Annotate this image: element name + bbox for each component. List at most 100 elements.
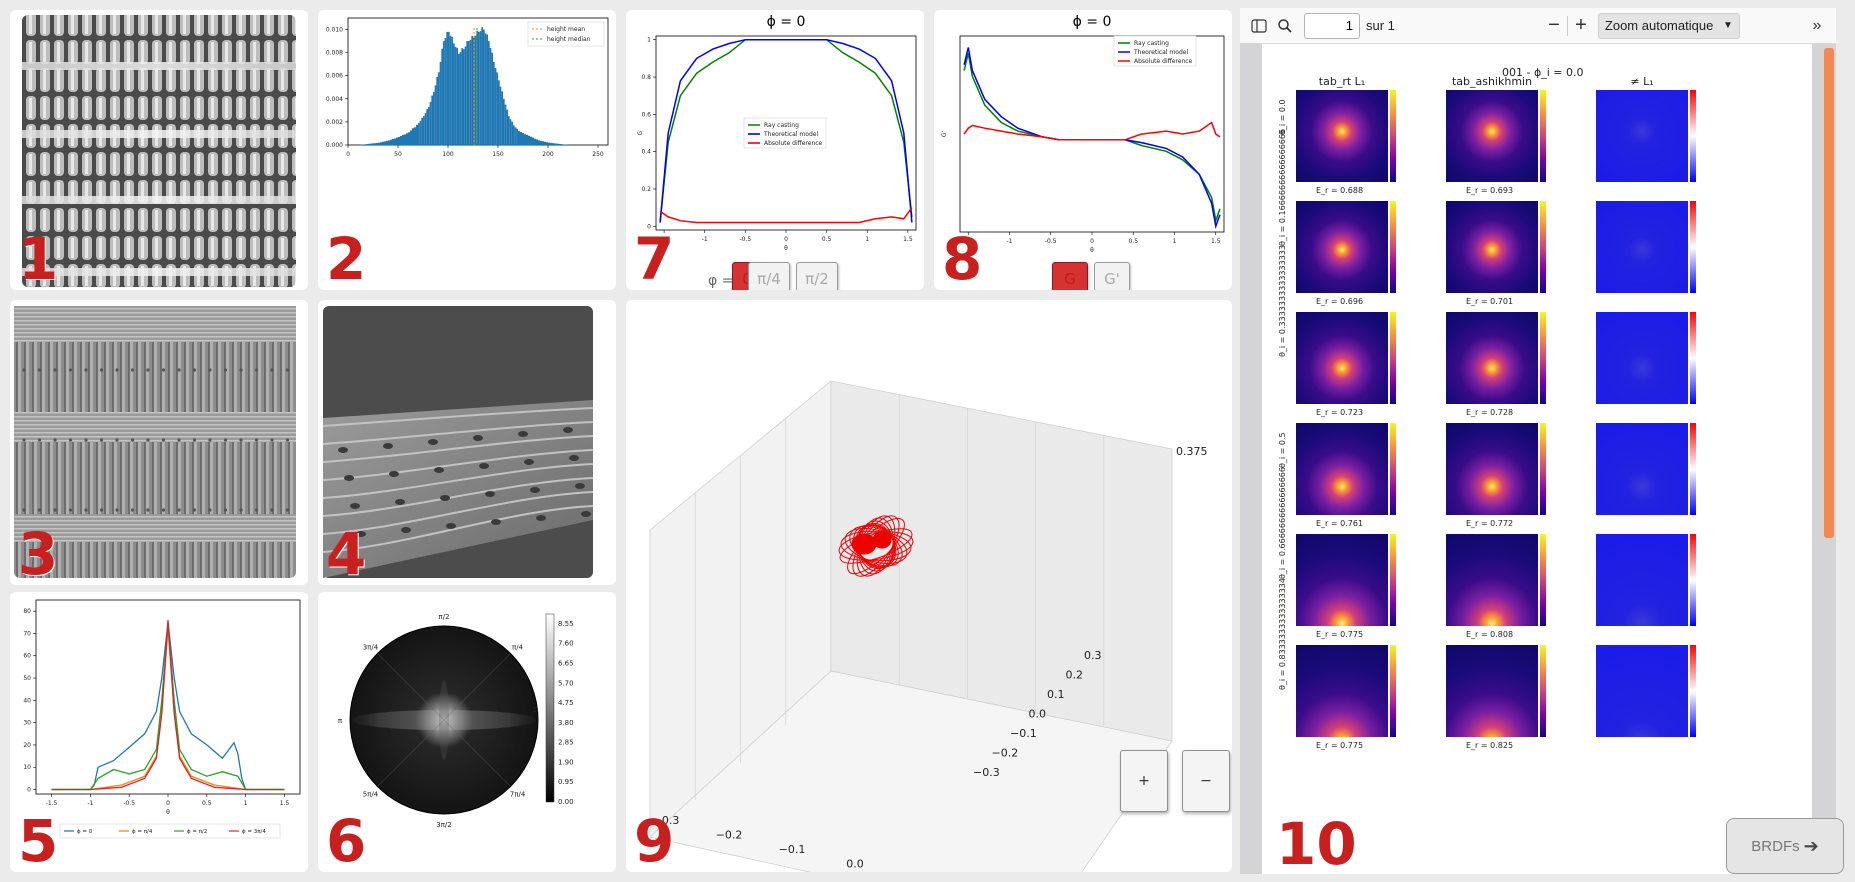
brdf-heatmap-image xyxy=(1296,645,1388,737)
x-axis-label: θ xyxy=(1090,247,1094,254)
more-tools-icon[interactable]: » xyxy=(1804,13,1830,39)
polar-angle-label: π xyxy=(338,717,343,725)
histogram-bar xyxy=(552,143,554,145)
x-tick-label: 1 xyxy=(1173,238,1177,245)
panel-number: 8 xyxy=(942,225,983,290)
zoom-in-icon[interactable]: + xyxy=(1568,13,1594,39)
y-tick-label: 0.000 xyxy=(326,142,343,149)
histogram-bar xyxy=(439,61,442,145)
x-tick-label: 1 xyxy=(865,236,869,243)
histogram-bar xyxy=(513,125,515,145)
histogram-bar xyxy=(434,85,437,145)
histogram-bar xyxy=(501,91,503,145)
y-tick-label: 80 xyxy=(23,608,31,615)
panel-number: 5 xyxy=(18,807,59,872)
reflectance-value: E_r = 0.693 xyxy=(1466,186,1514,195)
chart-legend: height mean height median xyxy=(527,21,605,47)
histogram-bar xyxy=(368,143,370,145)
brdf-heatmap-image xyxy=(1296,534,1388,626)
legend-label: Ray casting xyxy=(764,122,799,129)
histogram-bar xyxy=(414,127,416,145)
heatmap-colorbar xyxy=(1540,423,1546,515)
heatmap-colorbar xyxy=(1390,312,1396,404)
histogram-bar xyxy=(366,144,368,145)
histogram-bar xyxy=(534,138,536,145)
histogram-bar xyxy=(428,106,430,145)
phi-button[interactable]: π/4 xyxy=(748,262,790,290)
histogram-bar xyxy=(458,53,460,145)
arrow-right-icon: ➔ xyxy=(1803,835,1819,856)
polar-angle-label: 5π/4 xyxy=(363,791,379,799)
y-tick-label: 10 xyxy=(23,764,31,771)
legend-label: ϕ = π/4 xyxy=(132,829,153,835)
reflectance-value: E_r = 0.696 xyxy=(1316,297,1364,306)
y-tick-label: 0.2 xyxy=(641,186,651,193)
x-tick-label: -1.5 xyxy=(46,800,58,807)
y-tick-label: 50 xyxy=(23,675,31,682)
x-tick-label: 1 xyxy=(244,800,248,807)
x-tick-label: 200 xyxy=(542,151,554,158)
pdf-column-header: ≠ L₁ xyxy=(1630,75,1654,88)
histogram-bar xyxy=(536,139,538,145)
histogram-bar xyxy=(481,27,483,145)
histogram-bar xyxy=(421,117,423,145)
panel-heightmap: 3 xyxy=(10,300,308,585)
brdf-lobe-core xyxy=(851,533,877,555)
zoom-in-button[interactable]: + xyxy=(1120,750,1168,812)
histogram-bar xyxy=(493,61,495,145)
histogram-bar xyxy=(376,142,378,145)
pdf-column-header: tab_rt L₁ xyxy=(1318,75,1366,88)
x-tick-label: -1 xyxy=(87,800,93,807)
reflectance-value: E_r = 0.775 xyxy=(1316,741,1364,750)
histogram-bar xyxy=(426,108,428,145)
colorbar-tick-label: 2.85 xyxy=(558,739,574,747)
y-tick-label: 0.6 xyxy=(641,111,651,118)
pdf-row-label: θ_i = 0.5 xyxy=(1278,432,1287,468)
colorbar-label: D xyxy=(533,706,538,714)
colorbar-tick-label: 0.00 xyxy=(558,798,574,806)
histogram-bar xyxy=(471,35,473,145)
histogram-bar xyxy=(524,134,526,145)
brdf-heatmap-image xyxy=(1446,312,1538,404)
histogram-bar xyxy=(382,141,384,145)
histogram-bar xyxy=(436,76,438,145)
colorbar-tick-label: 4.75 xyxy=(558,699,574,707)
legend-label: ϕ = 3π/4 xyxy=(242,829,266,835)
zoom-out-icon[interactable]: − xyxy=(1541,13,1567,39)
colorbar-tick-label: 1.90 xyxy=(558,758,574,766)
pdf-scrollbar[interactable] xyxy=(1824,48,1834,538)
zoom-out-button[interactable]: − xyxy=(1182,750,1230,812)
difference-colorbar xyxy=(1690,534,1696,626)
histogram-bar xyxy=(404,134,406,145)
g-mode-button[interactable]: G' xyxy=(1094,262,1130,290)
heatmap-colorbar xyxy=(1540,645,1546,737)
brdf-heatmap-image xyxy=(1296,90,1388,182)
sidebar-toggle-icon[interactable] xyxy=(1246,13,1272,39)
series-line xyxy=(963,121,1221,141)
histogram-bar xyxy=(528,135,530,145)
search-icon[interactable] xyxy=(1272,13,1298,39)
brdfs-next-button[interactable]: BRDFs ➔ xyxy=(1726,818,1844,874)
histogram-bar xyxy=(479,31,482,146)
colorbar-tick-label: 8.55 xyxy=(558,620,574,628)
brdfs-button-label: BRDFs xyxy=(1751,837,1800,855)
histogram-bar xyxy=(526,134,528,145)
histogram-bar xyxy=(476,30,478,146)
page-number-input[interactable] xyxy=(1304,12,1360,39)
histogram-bar xyxy=(494,68,497,145)
series-line xyxy=(51,624,285,791)
phi-button[interactable]: π/2 xyxy=(796,262,838,290)
x-tick-label: 0 xyxy=(1090,238,1094,245)
y-tick-label: 0.4 xyxy=(641,149,651,156)
brdf-difference-image xyxy=(1596,423,1688,515)
histogram-bar xyxy=(508,116,510,145)
z-tick-label: 0.375 xyxy=(1176,445,1208,458)
histogram-bar xyxy=(388,140,390,145)
legend-label: ϕ = 0 xyxy=(77,829,93,835)
g-mode-button[interactable]: G xyxy=(1052,262,1088,290)
histogram-bar xyxy=(540,140,542,145)
heatmap-colorbar xyxy=(1390,201,1396,293)
legend-label: Theoretical model xyxy=(763,131,818,138)
zoom-select[interactable]: Zoom automatique ▼ xyxy=(1597,12,1740,39)
panel-height-histogram: 0 50 100 150 200 250 0.000 0.002 0.004 0.006 0.008… xyxy=(318,10,616,290)
